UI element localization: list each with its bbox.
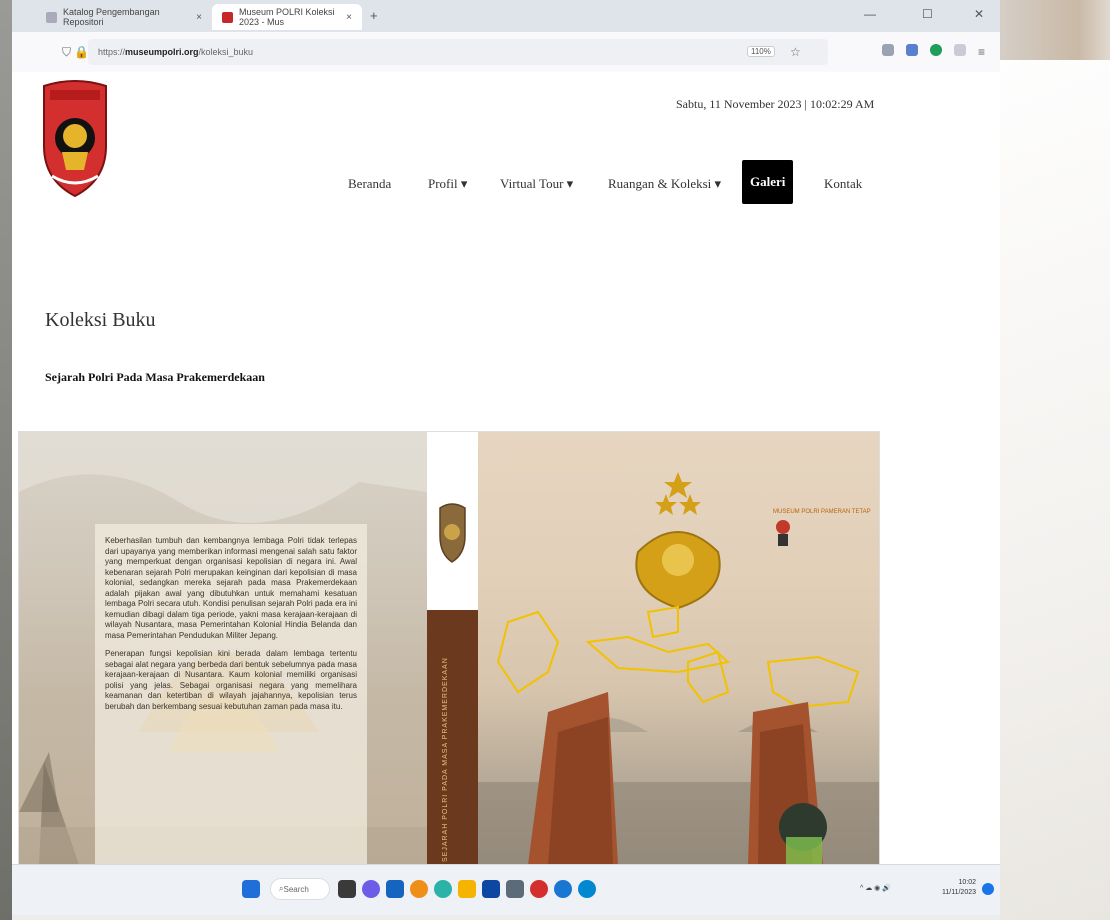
folder-icon[interactable]: [458, 880, 476, 898]
taskbar-search[interactable]: ⌕ Search: [270, 878, 330, 900]
account-icon[interactable]: [954, 44, 966, 56]
settings-icon[interactable]: [506, 880, 524, 898]
star-icon: [664, 472, 692, 498]
spine-title: SEJARAH POLRI PADA MASA PRAKEMERDEKAAN: [442, 657, 449, 862]
polri-emblem-logo[interactable]: [40, 80, 110, 198]
address-bar[interactable]: https:// museumpolri.org /koleksi_buku: [88, 39, 828, 65]
start-menu-icon[interactable]: [242, 880, 260, 898]
extension-icon[interactable]: [930, 44, 942, 56]
app-icon[interactable]: [530, 880, 548, 898]
front-cover-illustration: [478, 472, 879, 864]
tab-favicon-icon: [222, 11, 233, 23]
nav-item-kontak[interactable]: Kontak: [824, 176, 862, 192]
url-path: /koleksi_buku: [198, 47, 254, 57]
back-cover-paragraph: Penerapan fungsi kepolisian kini berada …: [105, 649, 357, 711]
nav-item-virtual-tour[interactable]: Virtual Tour ▾: [500, 176, 573, 192]
task-view-icon[interactable]: [338, 880, 356, 898]
lock-icon[interactable]: 🔒: [74, 45, 89, 59]
spine-emblem-icon: [439, 503, 466, 563]
back-cover-paragraph: Keberhasilan tumbuh dan kembangnya lemba…: [105, 536, 357, 640]
nav-item-galeri[interactable]: Galeri: [742, 160, 794, 204]
tab-favicon-icon: [46, 11, 57, 23]
download-icon[interactable]: [906, 44, 918, 56]
tab-label: Katalog Pengembangan Repositori: [63, 7, 160, 27]
book-cover-image[interactable]: Keberhasilan tumbuh dan kembangnya lemba…: [18, 431, 880, 864]
back-cover-text: Keberhasilan tumbuh dan kembangnya lemba…: [95, 524, 367, 864]
wallpaper-left: [0, 0, 12, 920]
nav-item-ruangan-koleksi[interactable]: Ruangan & Koleksi ▾: [608, 176, 721, 192]
browser-tab-strip: Katalog Pengembangan Repositori × Museum…: [12, 0, 1000, 32]
close-window-button[interactable]: ✕: [974, 7, 984, 21]
new-tab-button[interactable]: +: [370, 8, 378, 23]
tab-label: Museum POLRI Koleksi 2023 - Mus: [239, 7, 335, 27]
shield-icon[interactable]: ⛉: [62, 45, 71, 60]
wallpaper-right: [980, 0, 1110, 920]
browser-toolbar: ⛉ 🔒 https:// museumpolri.org /koleksi_bu…: [12, 32, 1000, 73]
zoom-level-badge[interactable]: 110%: [747, 46, 775, 57]
notification-icon[interactable]: [982, 883, 994, 895]
nav-item-beranda[interactable]: Beranda: [348, 176, 391, 192]
tab-katalog[interactable]: Katalog Pengembangan Repositori ×: [36, 4, 212, 30]
url-prefix: https://: [98, 47, 126, 57]
explorer-icon[interactable]: [386, 880, 404, 898]
clock-date: 11/11/2023: [942, 889, 976, 896]
taskbar-clock[interactable]: 10:02 11/11/2023: [942, 878, 976, 898]
book-spine: SEJARAH POLRI PADA MASA PRAKEMERDEKAAN: [427, 432, 478, 864]
bookmark-star-icon[interactable]: ☆: [790, 45, 801, 59]
front-cover-badge-text: MUSEUM POLRI PAMERAN TETAP: [773, 509, 871, 515]
minimize-button[interactable]: —: [864, 7, 876, 21]
star-icon: [655, 494, 677, 515]
web-page: Sabtu, 11 November 2023 | 10:02:29 AM Be…: [12, 72, 1000, 864]
book-front-cover: MUSEUM POLRI PAMERAN TETAP: [478, 432, 879, 864]
url-domain: museumpolri.org: [125, 47, 199, 57]
tab-museum-polri[interactable]: Museum POLRI Koleksi 2023 - Mus ×: [212, 4, 362, 30]
firefox-icon[interactable]: [410, 880, 428, 898]
edge-icon[interactable]: [434, 880, 452, 898]
store-icon[interactable]: [482, 880, 500, 898]
tab-close-icon[interactable]: ×: [346, 12, 352, 23]
search-label: Search: [283, 884, 309, 894]
windows-taskbar: ⌕ Search ^ ☁ ◉ 🔊 10:02 11/11/2023: [12, 864, 1000, 915]
section-title: Sejarah Polri Pada Masa Prakemerdekaan: [45, 370, 265, 384]
star-icon: [679, 494, 701, 515]
clock-time: 10:02: [958, 879, 976, 886]
system-tray[interactable]: ^ ☁ ◉ 🔊: [860, 884, 891, 892]
page-title: Koleksi Buku: [45, 309, 156, 331]
pocket-icon[interactable]: [882, 44, 894, 56]
tab-close-icon[interactable]: ×: [196, 12, 202, 23]
current-datetime: Sabtu, 11 November 2023 | 10:02:29 AM: [676, 97, 875, 111]
app-icon[interactable]: [554, 880, 572, 898]
spine-top: [427, 432, 478, 610]
menu-icon[interactable]: ≡: [978, 45, 985, 59]
book-back-cover: Keberhasilan tumbuh dan kembangnya lemba…: [19, 432, 427, 864]
chat-icon[interactable]: [362, 880, 380, 898]
nav-item-profil[interactable]: Profil ▾: [428, 176, 467, 192]
app-icon[interactable]: [578, 880, 596, 898]
maximize-button[interactable]: ☐: [922, 7, 933, 21]
